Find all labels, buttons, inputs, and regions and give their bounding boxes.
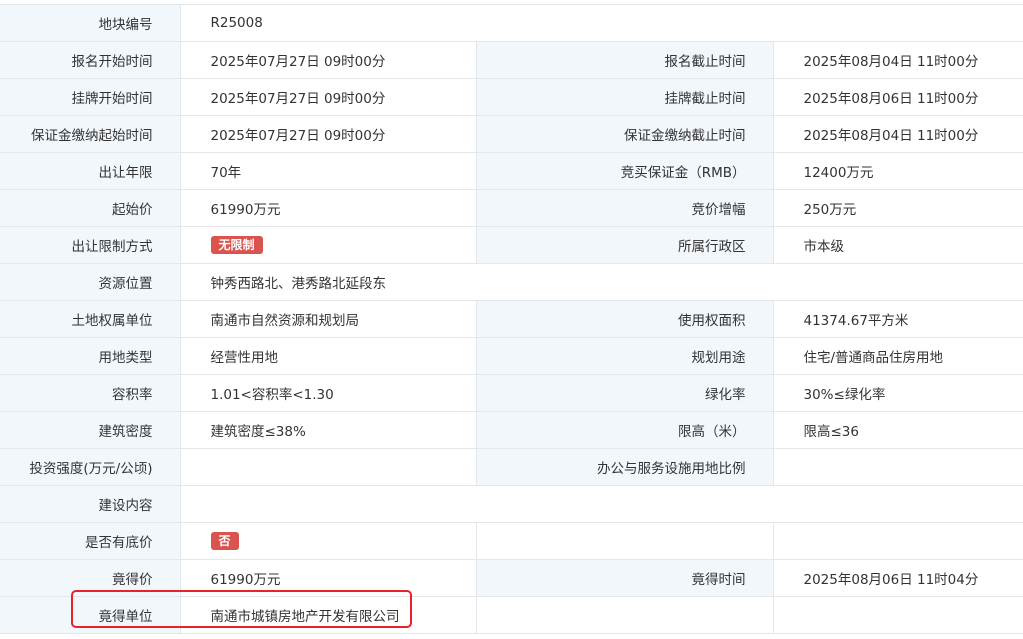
row-reserve-price: 是否有底价 否 <box>0 522 1023 560</box>
registration-end-label: 报名截止时间 <box>476 41 774 79</box>
row-far-green: 容积率 1.01<容积率<1.30 绿化率 30%≤绿化率 <box>0 374 1023 412</box>
registration-start-label: 报名开始时间 <box>0 41 181 79</box>
empty-cell <box>773 522 1023 560</box>
starting-price-label: 起始价 <box>0 189 181 227</box>
land-type-value: 经营性用地 <box>180 337 477 375</box>
empty-cell <box>773 596 1023 634</box>
deposit-start-label: 保证金缴纳起始时间 <box>0 115 181 153</box>
construction-content-value <box>180 485 1023 523</box>
row-term-deposit: 出让年限 70年 竞买保证金（RMB） 12400万元 <box>0 152 1023 190</box>
row-winning-unit: 竟得单位 南通市城镇房地产开发有限公司 <box>0 596 1023 634</box>
no-restriction-badge: 无限制 <box>210 236 263 254</box>
row-ownership-area: 土地权属单位 南通市自然资源和规划局 使用权面积 41374.67平方米 <box>0 300 1023 338</box>
listing-start-label: 挂牌开始时间 <box>0 78 181 116</box>
restriction-method-label: 出让限制方式 <box>0 226 181 264</box>
plot-ratio-value: 1.01<容积率<1.30 <box>180 374 477 412</box>
investment-intensity-label: 投资强度(万元/公顷) <box>0 448 181 486</box>
building-density-label: 建筑密度 <box>0 411 181 449</box>
bid-increment-label: 竞价增幅 <box>476 189 774 227</box>
bid-deposit-value: 12400万元 <box>773 152 1023 190</box>
deposit-end-value: 2025年08月04日 11时00分 <box>773 115 1023 153</box>
land-info-table: 地块编号 R25008 报名开始时间 2025年07月27日 09时00分 报名… <box>0 4 1023 634</box>
winning-time-value: 2025年08月06日 11时04分 <box>773 559 1023 597</box>
listing-start-value: 2025年07月27日 09时00分 <box>180 78 477 116</box>
use-right-area-value: 41374.67平方米 <box>773 300 1023 338</box>
starting-price-value: 61990万元 <box>180 189 477 227</box>
winning-price-value: 61990万元 <box>180 559 477 597</box>
ownership-unit-label: 土地权属单位 <box>0 300 181 338</box>
investment-intensity-value <box>180 448 477 486</box>
office-facility-ratio-label: 办公与服务设施用地比例 <box>476 448 774 486</box>
deposit-start-value: 2025年07月27日 09时00分 <box>180 115 477 153</box>
listing-end-label: 挂牌截止时间 <box>476 78 774 116</box>
district-value: 市本级 <box>773 226 1023 264</box>
reserve-price-no-badge: 否 <box>210 532 239 550</box>
land-type-label: 用地类型 <box>0 337 181 375</box>
winning-time-label: 竟得时间 <box>476 559 774 597</box>
greening-rate-value: 30%≤绿化率 <box>773 374 1023 412</box>
greening-rate-label: 绿化率 <box>476 374 774 412</box>
winning-unit-label: 竟得单位 <box>0 596 181 634</box>
location-value: 钟秀西路北、港秀路北延段东 <box>180 263 1023 301</box>
row-price: 起始价 61990万元 竞价增幅 250万元 <box>0 189 1023 227</box>
planned-usage-value: 住宅/普通商品住房用地 <box>773 337 1023 375</box>
row-land-type-usage: 用地类型 经营性用地 规划用途 住宅/普通商品住房用地 <box>0 337 1023 375</box>
office-facility-ratio-value <box>773 448 1023 486</box>
winning-unit-value: 南通市城镇房地产开发有限公司 <box>180 596 477 634</box>
parcel-number-value: R25008 <box>180 4 1023 42</box>
empty-cell <box>476 596 774 634</box>
transfer-term-value: 70年 <box>180 152 477 190</box>
parcel-number-label: 地块编号 <box>0 4 181 42</box>
row-location: 资源位置 钟秀西路北、港秀路北延段东 <box>0 263 1023 301</box>
reserve-price-cell: 否 <box>180 522 477 560</box>
row-density-height: 建筑密度 建筑密度≤38% 限高（米） 限高≤36 <box>0 411 1023 449</box>
row-listing-time: 挂牌开始时间 2025年07月27日 09时00分 挂牌截止时间 2025年08… <box>0 78 1023 116</box>
row-restriction-district: 出让限制方式 无限制 所属行政区 市本级 <box>0 226 1023 264</box>
row-registration-time: 报名开始时间 2025年07月27日 09时00分 报名截止时间 2025年08… <box>0 41 1023 79</box>
bid-increment-value: 250万元 <box>773 189 1023 227</box>
registration-end-value: 2025年08月04日 11时00分 <box>773 41 1023 79</box>
location-label: 资源位置 <box>0 263 181 301</box>
height-limit-value: 限高≤36 <box>773 411 1023 449</box>
registration-start-value: 2025年07月27日 09时00分 <box>180 41 477 79</box>
building-density-value: 建筑密度≤38% <box>180 411 477 449</box>
construction-content-label: 建设内容 <box>0 485 181 523</box>
row-parcel-number: 地块编号 R25008 <box>0 4 1023 42</box>
ownership-unit-value: 南通市自然资源和规划局 <box>180 300 477 338</box>
empty-cell <box>476 522 774 560</box>
transfer-term-label: 出让年限 <box>0 152 181 190</box>
deposit-end-label: 保证金缴纳截止时间 <box>476 115 774 153</box>
row-deposit-time: 保证金缴纳起始时间 2025年07月27日 09时00分 保证金缴纳截止时间 2… <box>0 115 1023 153</box>
planned-usage-label: 规划用途 <box>476 337 774 375</box>
district-label: 所属行政区 <box>476 226 774 264</box>
restriction-method-cell: 无限制 <box>180 226 477 264</box>
height-limit-label: 限高（米） <box>476 411 774 449</box>
use-right-area-label: 使用权面积 <box>476 300 774 338</box>
plot-ratio-label: 容积率 <box>0 374 181 412</box>
reserve-price-label: 是否有底价 <box>0 522 181 560</box>
row-winning-price-time: 竟得价 61990万元 竟得时间 2025年08月06日 11时04分 <box>0 559 1023 597</box>
listing-end-value: 2025年08月06日 11时00分 <box>773 78 1023 116</box>
row-investment-office: 投资强度(万元/公顷) 办公与服务设施用地比例 <box>0 448 1023 486</box>
bid-deposit-label: 竞买保证金（RMB） <box>476 152 774 190</box>
row-construction-content: 建设内容 <box>0 485 1023 523</box>
winning-price-label: 竟得价 <box>0 559 181 597</box>
